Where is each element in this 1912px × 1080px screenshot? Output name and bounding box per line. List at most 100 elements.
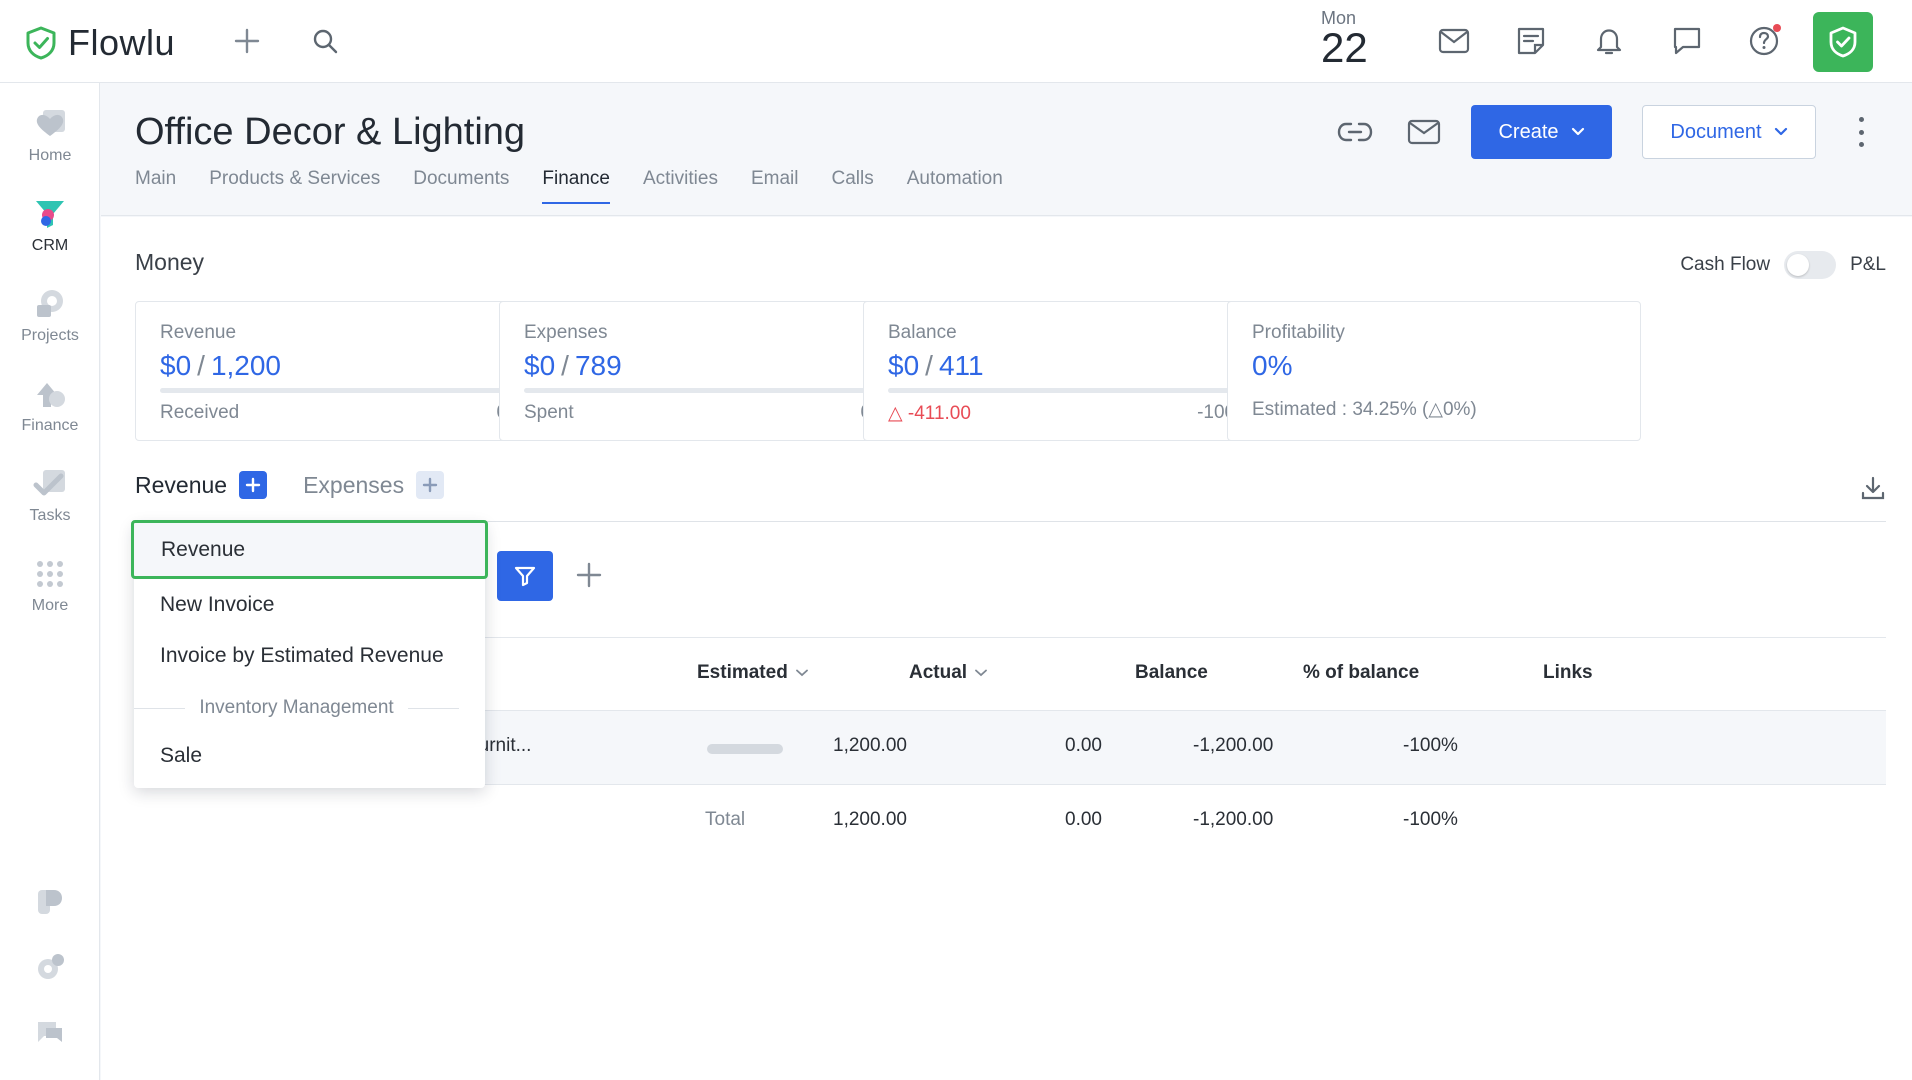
row-percent: -100% [1403,735,1458,756]
chevron-down-icon [795,669,808,677]
record-tabs: Main Products & Services Documents Finan… [135,168,1036,204]
create-button[interactable]: Create [1471,105,1612,159]
card-label: Profitability [1252,322,1345,343]
menu-item-invoice-by-estimated-revenue[interactable]: Invoice by Estimated Revenue [134,630,485,682]
menu-item-new-invoice[interactable]: New Invoice [134,579,485,631]
column-percent-balance: % of balance [1303,662,1420,683]
sidebar-item-settings[interactable] [0,948,100,986]
tab-automation[interactable]: Automation [907,168,1003,204]
card-value-total: 1,200 [210,350,282,381]
add-revenue-button[interactable] [239,471,268,499]
sidebar-label-home: Home [28,147,72,164]
add-filter-icon[interactable] [575,561,603,594]
sidebar-item-home[interactable]: Home [0,105,100,165]
row-estimated: 1,200.00 [833,735,907,756]
flowlu-logo-icon [26,26,56,60]
sidebar-item-more[interactable]: More [0,555,100,615]
email-icon[interactable] [1406,115,1442,149]
app-logo[interactable]: Flowlu [24,22,175,64]
menu-item-sale[interactable]: Sale [134,730,485,782]
revenue-expenses-tabs: Revenue Expenses [135,471,480,499]
record-header: Office Decor & Lighting Main Products & … [101,83,1912,216]
add-revenue-menu: Revenue New Invoice Invoice by Estimated… [131,520,488,788]
card-value: $0/789 [524,350,622,381]
tab-activities[interactable]: Activities [643,168,718,204]
cashflow-pl-toggle[interactable] [1784,251,1837,279]
grid-icon [31,555,69,593]
balance-delta: △ -411.00 [888,402,971,425]
gear-icon [31,948,69,986]
tab-email[interactable]: Email [751,168,799,204]
expenses-card: Expenses $0/789 Spent 0% [499,301,913,441]
card-value-spent: $0 [524,350,556,381]
total-balance: -1,200.00 [1193,809,1274,830]
tab-finance[interactable]: Finance [542,168,610,204]
revenue-card: Revenue $0/1,200 Received 0% [135,301,549,441]
tab-revenue[interactable]: Revenue [135,472,227,499]
warning-triangle-icon: △ [888,403,908,424]
tab-expenses[interactable]: Expenses [303,472,404,499]
row-balance: -1,200.00 [1193,735,1274,756]
date-number: 22 [1321,24,1368,71]
heart-icon [31,105,69,143]
chevron-down-icon [1571,127,1584,136]
sidebar-item-tasks[interactable]: Tasks [0,465,100,525]
more-options-icon[interactable] [1851,117,1871,147]
card-footer: △ -411.00 -100% [888,402,1252,425]
menu-item-revenue[interactable]: Revenue [131,520,488,579]
total-estimated: 1,200.00 [833,809,907,830]
total-actual: 0.00 [1065,809,1102,830]
card-footer: Received 0% [160,402,524,424]
add-icon[interactable] [232,26,262,56]
card-value: $0/1,200 [160,350,282,381]
cash-flow-label: Cash Flow [1680,254,1771,275]
app-name: Flowlu [68,22,176,63]
row-progress-bar [707,744,783,754]
profitability-card: Profitability 0% Estimated : 34.25% (△0%… [1227,301,1641,441]
mail-icon[interactable] [1437,24,1471,58]
page-title: Office Decor & Lighting [135,111,526,153]
card-footer-label: Received [160,402,240,423]
complete-button[interactable] [1813,12,1873,72]
funnel-icon [31,195,69,233]
help-icon[interactable] [1747,22,1783,58]
link-icon[interactable] [1337,115,1373,149]
filter-button[interactable] [497,551,553,601]
column-links: Links [1543,662,1593,683]
menu-group-label: Inventory Management [199,697,394,718]
cashflow-toggle-row: Cash Flow P&L [1680,251,1886,279]
card-footer-label: Spent [524,402,574,423]
add-expense-button[interactable] [416,471,445,499]
sidebar-item-support[interactable] [0,1013,100,1051]
plugin-icon [31,883,69,921]
bell-icon[interactable] [1592,24,1626,58]
sidebar-item-crm[interactable]: CRM [0,195,100,255]
card-value-total: 789 [574,350,622,381]
balance-card: Balance $0/411 △ -411.00 -100% [863,301,1277,441]
document-button[interactable]: Document [1642,105,1816,159]
tab-products-services[interactable]: Products & Services [209,168,380,204]
chat-icon[interactable] [1670,24,1704,58]
sidebar-item-integrations[interactable] [0,883,100,921]
search-icon[interactable] [310,26,340,56]
sidebar-item-finance[interactable]: Finance [0,375,100,435]
sidebar-label-projects: Projects [21,327,79,344]
column-estimated[interactable]: Estimated [697,662,808,684]
column-actual[interactable]: Actual [909,662,987,684]
progress-bar [524,388,888,393]
tab-main[interactable]: Main [135,168,176,204]
card-value-actual: $0 [888,350,920,381]
sidebar-item-projects[interactable]: Projects [0,285,100,345]
chevron-down-icon [975,669,987,677]
tab-calls[interactable]: Calls [831,168,873,204]
download-icon[interactable] [1860,475,1886,506]
card-label: Balance [888,322,957,343]
money-title: Money [135,249,205,275]
column-estimated-label: Estimated [697,662,788,683]
notes-icon[interactable] [1514,24,1548,58]
date-widget[interactable]: Mon 22 [1321,8,1391,69]
chevron-down-icon [1774,127,1787,136]
document-button-label: Document [1670,120,1762,143]
tab-documents[interactable]: Documents [413,168,509,204]
top-bar: Flowlu Mon 22 [0,0,1912,83]
